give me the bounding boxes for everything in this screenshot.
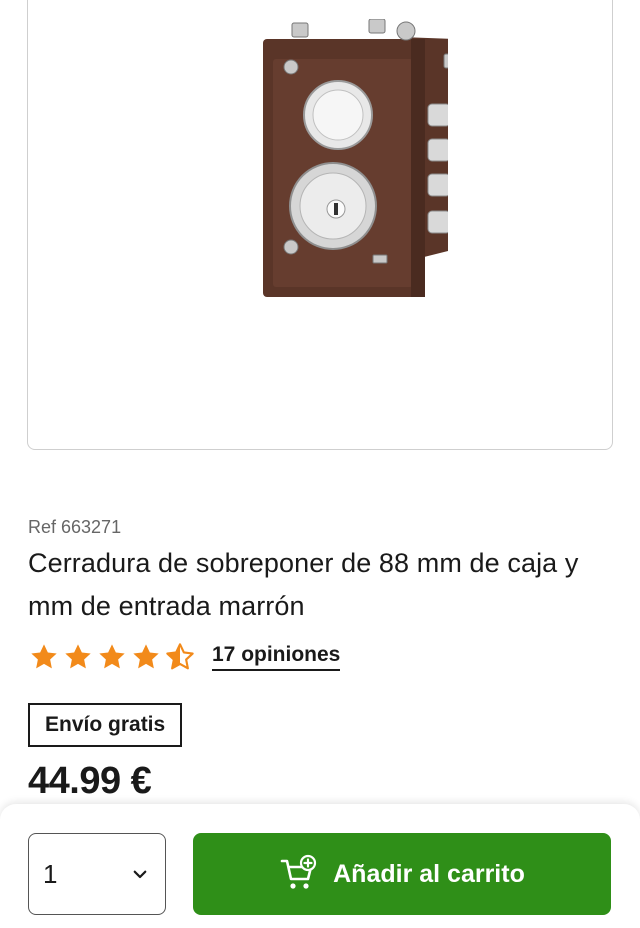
star-half-icon: [166, 643, 194, 670]
free-shipping-badge: Envío gratis: [28, 703, 183, 747]
product-title: Cerradura de sobreponer de 88 mm de caja…: [28, 548, 579, 621]
rating-stars: [28, 641, 196, 673]
add-to-cart-label: Añadir al carrito: [333, 859, 525, 888]
star-full-icon: [65, 644, 91, 669]
product-image: [263, 19, 448, 297]
reviews-link[interactable]: 17 opiniones: [212, 643, 341, 671]
star-full-icon: [133, 644, 159, 669]
product-price: 44.99 €: [28, 760, 152, 802]
purchase-bar: 1 Añadir al carrito: [0, 804, 640, 928]
star-full-icon: [31, 644, 57, 669]
quantity-value: 1: [43, 858, 58, 889]
chevron-down-icon: [133, 870, 147, 879]
product-reference: Ref 663271: [28, 517, 122, 537]
add-to-cart-icon: [280, 854, 317, 889]
product-image-card[interactable]: [27, 0, 613, 450]
quantity-select[interactable]: 1: [28, 833, 166, 915]
free-shipping-label: Envío gratis: [45, 713, 166, 736]
add-to-cart-button[interactable]: Añadir al carrito: [193, 833, 611, 915]
star-full-icon: [99, 644, 125, 669]
product-rating: 17 opiniones: [28, 641, 341, 673]
